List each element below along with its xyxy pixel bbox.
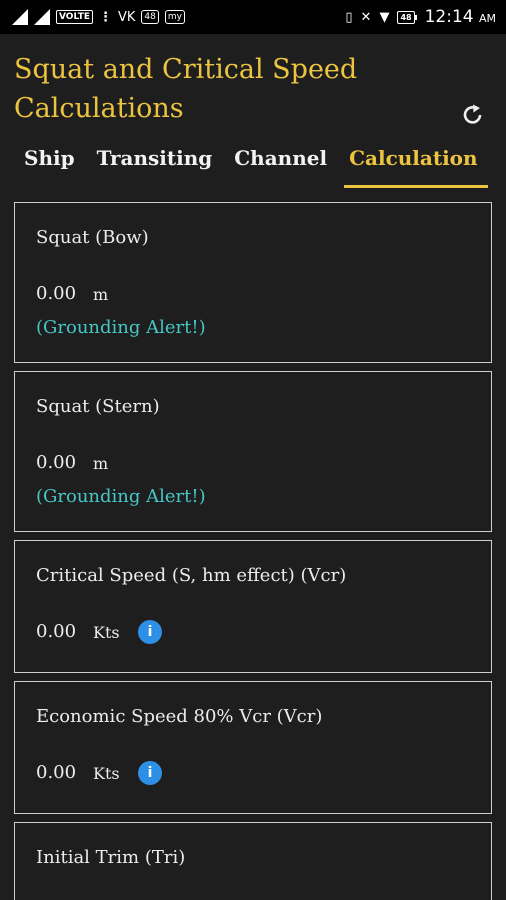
clock: 12:14 AM bbox=[424, 7, 496, 27]
volte-badge: VOLTE bbox=[56, 10, 93, 24]
card-value: 0.00 bbox=[36, 452, 77, 473]
card-label: Initial Trim (Tri) bbox=[36, 847, 186, 868]
my-icon: my bbox=[164, 10, 185, 24]
card-value: 0.00 bbox=[36, 621, 77, 642]
squat-bow-card: Squat (Bow) 0.00 m (Grounding Alert!) bbox=[14, 202, 492, 363]
signal-icon bbox=[12, 9, 28, 25]
economic-speed-card: Economic Speed 80% Vcr (Vcr) 0.00 Kts i bbox=[14, 681, 492, 814]
card-value: 0.00 bbox=[36, 762, 77, 783]
nfc-icon: ✕ bbox=[360, 9, 372, 25]
tab-channel[interactable]: Channel bbox=[222, 142, 337, 186]
card-label: Squat (Bow) bbox=[36, 227, 149, 248]
initial-trim-card: Initial Trim (Tri) bbox=[14, 822, 492, 900]
card-label: Squat (Stern) bbox=[36, 396, 160, 417]
critical-speed-card: Critical Speed (S, hm effect) (Vcr) 0.00… bbox=[14, 540, 492, 673]
card-unit: m bbox=[93, 285, 109, 304]
info-icon[interactable]: i bbox=[138, 620, 162, 644]
tab-transiting[interactable]: Transiting bbox=[85, 142, 223, 186]
signal-icon-2 bbox=[34, 9, 50, 25]
page-title: Squat and Critical Speed Calculations bbox=[14, 54, 358, 124]
app-content: Squat and Critical Speed Calculations Sh… bbox=[0, 34, 506, 900]
card-label: Critical Speed (S, hm effect) (Vcr) bbox=[36, 565, 347, 586]
squat-stern-card: Squat (Stern) 0.00 m (Grounding Alert!) bbox=[14, 371, 492, 532]
card-unit: m bbox=[93, 454, 109, 473]
card-unit: Kts bbox=[93, 623, 120, 642]
overflow-dots: ⋮ bbox=[99, 9, 112, 25]
battery-icon: 48 bbox=[397, 10, 417, 24]
refresh-icon[interactable] bbox=[458, 100, 488, 130]
card-label: Economic Speed 80% Vcr (Vcr) bbox=[36, 706, 323, 727]
status-bar: VOLTE ⋮ VK 48 my ▯ ✕ ▼ 48 12:14 AM bbox=[0, 0, 506, 34]
card-unit: Kts bbox=[93, 764, 120, 783]
tab-calculation[interactable]: Calculation bbox=[337, 142, 489, 188]
info-icon[interactable]: i bbox=[138, 761, 162, 785]
vk-icon: VK bbox=[118, 9, 136, 25]
vibrate-icon: ▯ bbox=[345, 9, 353, 25]
notification-badge: 48 bbox=[141, 10, 159, 24]
tab-bar: Ship Transiting Channel Calculation bbox=[12, 142, 489, 188]
tab-ship[interactable]: Ship bbox=[12, 142, 85, 186]
card-value: 0.00 bbox=[36, 283, 77, 304]
grounding-alert: (Grounding Alert!) bbox=[36, 317, 206, 338]
wifi-icon: ▼ bbox=[379, 9, 390, 25]
grounding-alert: (Grounding Alert!) bbox=[36, 486, 206, 507]
